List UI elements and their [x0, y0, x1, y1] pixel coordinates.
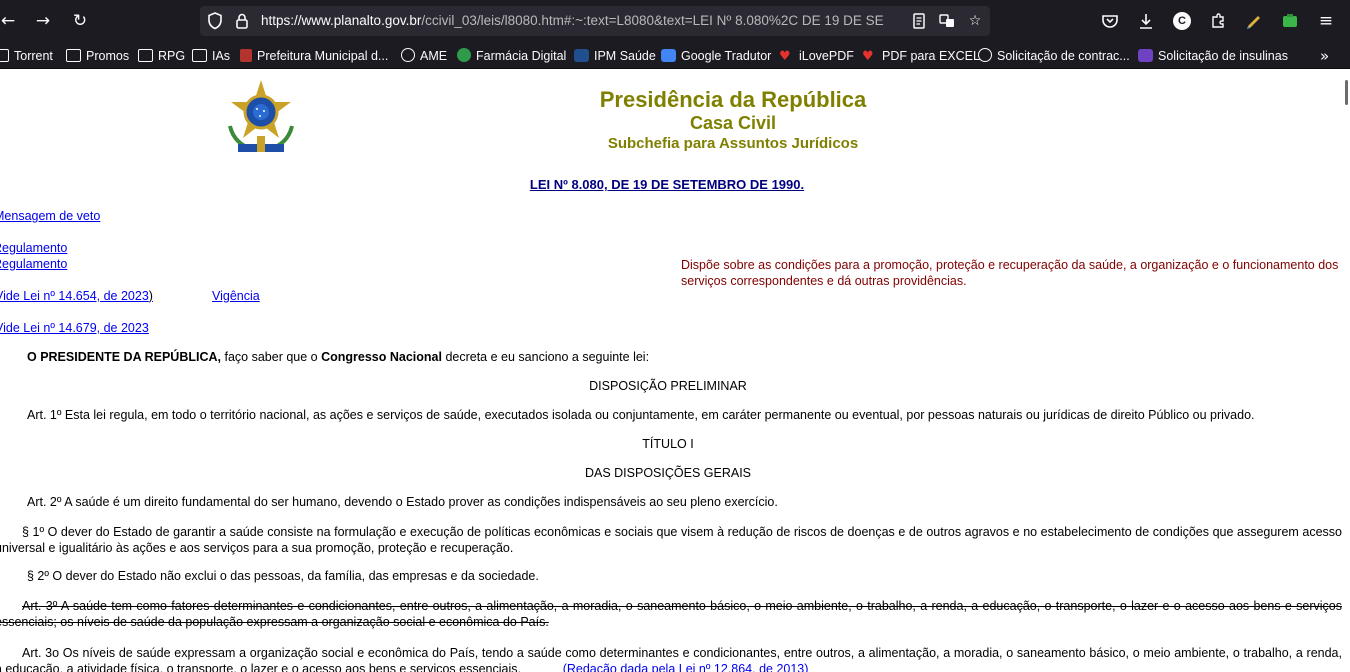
vide-lei-14654-link[interactable]: Vide Lei nº 14.654, de 2023) — [0, 289, 153, 303]
globe-icon — [978, 48, 992, 62]
folder-icon — [0, 49, 9, 62]
form-icon — [1138, 49, 1153, 62]
google-translate-icon — [661, 49, 676, 62]
bookmark-ilovepdf[interactable]: ♥ iLovePDF — [779, 46, 854, 66]
bookmark-ame[interactable]: AME — [401, 46, 447, 66]
extension-green-icon[interactable] — [1278, 9, 1302, 33]
shield-icon[interactable] — [203, 9, 227, 33]
extension-pen-icon[interactable] — [1242, 9, 1266, 33]
vide-lei-14679-link[interactable]: Vide Lei nº 14.679, de 2023 — [0, 321, 149, 335]
url-path: /ccivil_03/leis/l8080.htm#:~:text=L8080&… — [421, 13, 884, 28]
scrollbar[interactable] — [1345, 80, 1348, 105]
art-2-paragraph-2: § 2º O dever do Estado não exclui o das … — [27, 569, 539, 583]
bookmark-pdf-para-excel[interactable]: ♥ PDF para EXCEL — [862, 46, 980, 66]
bookmark-rpg[interactable]: RPG — [138, 46, 185, 66]
ementa: Dispõe sobre as condições para a promoçã… — [681, 258, 1339, 288]
browser-toolbar: ← → ↻ https://www.planalto.gov.br/ccivil… — [0, 0, 1350, 42]
overflow-chevron-icon[interactable]: » — [1320, 46, 1329, 66]
art-3: Art. 3o Os níveis de saúde expressam a o… — [0, 645, 1342, 672]
menu-icon[interactable]: ≡ — [1314, 9, 1338, 33]
folder-icon — [66, 49, 81, 62]
art-2-paragraph-1: § 1º O dever do Estado de garantir a saú… — [0, 525, 1342, 555]
ipm-icon — [574, 49, 589, 62]
header-presidencia: Presidência da República — [599, 87, 867, 112]
bookmark-solicitacao-insulinas[interactable]: Solicitação de insulinas — [1138, 46, 1288, 66]
heart-icon: ♥ — [779, 49, 791, 64]
header-casa-civil: Casa Civil — [689, 113, 777, 133]
art-2: Art. 2º A saúde é um direito fundamental… — [27, 495, 778, 509]
globe-icon — [401, 48, 415, 62]
pocket-icon[interactable] — [1098, 9, 1122, 33]
coat-of-arms-icon — [228, 80, 294, 152]
bookmark-solicitacao-contrac[interactable]: Solicitação de contrac... — [978, 46, 1130, 66]
bookmark-promos[interactable]: Promos — [66, 46, 129, 66]
bookmark-star-icon[interactable]: ☆ — [963, 9, 987, 33]
lock-icon[interactable] — [230, 9, 254, 33]
regulamento-link-1[interactable]: Regulamento — [0, 241, 67, 255]
mensagem-veto-link[interactable]: Mensagem de veto — [0, 209, 100, 223]
bookmark-ipm-saude[interactable]: IPM Saúde — [574, 46, 656, 66]
back-icon[interactable]: ← — [0, 9, 20, 33]
address-bar[interactable]: https://www.planalto.gov.br/ccivil_03/le… — [200, 6, 990, 36]
redacao-link[interactable]: (Redação dada pela Lei nº 12.864, de 201… — [563, 662, 809, 672]
extensions-icon[interactable] — [1206, 9, 1230, 33]
preamble: O PRESIDENTE DA REPÚBLICA, faço saber qu… — [27, 350, 650, 364]
reader-view-icon[interactable] — [907, 9, 931, 33]
heading-disposicao-preliminar: DISPOSIÇÃO PRELIMINAR — [589, 379, 747, 393]
bookmark-prefeitura[interactable]: Prefeitura Municipal d... — [240, 46, 388, 66]
translate-icon[interactable] — [935, 9, 959, 33]
regulamento-link-2[interactable]: Regulamento — [0, 257, 67, 271]
bookmark-ias[interactable]: IAs — [192, 46, 230, 66]
bookmarks-toolbar: Torrent Promos RPG IAs Prefeitura Munici… — [0, 42, 1350, 69]
url-host: https://www.planalto.gov.br — [261, 13, 422, 28]
profile-avatar[interactable]: C — [1173, 12, 1191, 30]
bookmark-google-tradutor[interactable]: Google Tradutor — [661, 46, 771, 66]
heading-titulo-i: TÍTULO I — [642, 437, 694, 451]
download-icon[interactable] — [1134, 9, 1158, 33]
bookmark-torrent[interactable]: Torrent — [0, 46, 53, 66]
art-1: Art. 1º Esta lei regula, em todo o terri… — [27, 408, 1255, 422]
folder-icon — [192, 49, 207, 62]
art-3-revoked: Art. 3º A saúde tem como fatores determi… — [0, 599, 1342, 629]
heading-disposicoes-gerais: DAS DISPOSIÇÕES GERAIS — [584, 466, 751, 480]
farmacia-icon — [457, 48, 471, 62]
header-subchefia: Subchefia para Assuntos Jurídicos — [607, 135, 859, 152]
prefeitura-icon — [240, 49, 252, 62]
vigencia-link[interactable]: Vigência — [212, 289, 260, 303]
bookmark-farmacia-digital[interactable]: Farmácia Digital — [457, 46, 566, 66]
page-content: Presidência da República Casa Civil Subc… — [0, 70, 1350, 672]
reload-icon[interactable]: ↻ — [68, 9, 92, 33]
law-title-link[interactable]: LEI Nº 8.080, DE 19 DE SETEMBRO DE 1990. — [520, 177, 814, 192]
heart-icon: ♥ — [862, 49, 874, 64]
folder-icon — [138, 49, 153, 62]
url-text[interactable]: https://www.planalto.gov.br/ccivil_03/le… — [261, 13, 901, 31]
forward-icon[interactable]: → — [31, 9, 55, 33]
